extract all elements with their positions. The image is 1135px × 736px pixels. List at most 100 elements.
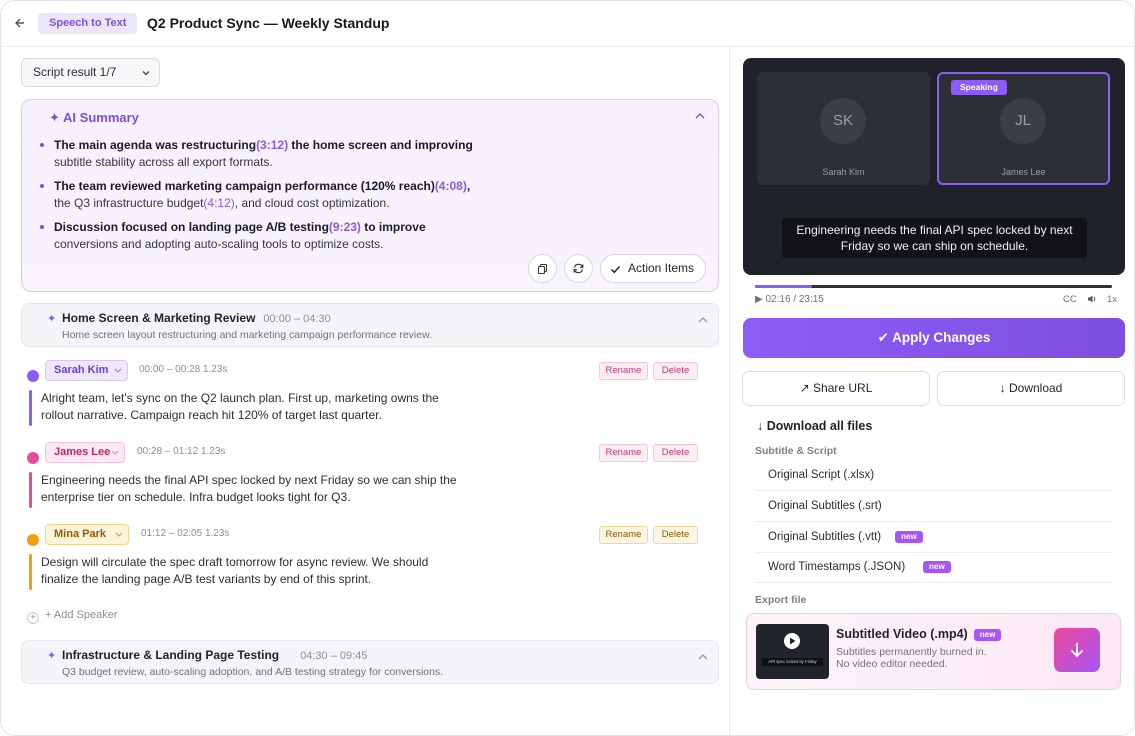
back-arrow-icon[interactable] — [10, 14, 28, 32]
script-result-value: Script result 1/7 — [33, 65, 117, 79]
section-title-text: Home Screen & Marketing Review — [62, 311, 256, 325]
ai-summary-title: AI Summary — [63, 110, 139, 125]
download-all-heading[interactable]: ↓ Download all files — [757, 419, 872, 433]
speaker-volume-icon[interactable] — [1087, 294, 1097, 304]
download-button[interactable]: ↓ Download — [937, 371, 1125, 406]
timestamp-link[interactable]: (3:12) — [256, 138, 288, 152]
section-title-text: Infrastructure & Landing Page Testing — [62, 648, 280, 662]
section-time: 04:30 – 09:45 — [300, 650, 368, 662]
rename-button[interactable]: Rename — [599, 362, 648, 380]
summary-bullet: Discussion focused on landing page A/B t… — [40, 219, 500, 252]
chevron-up-icon[interactable] — [694, 110, 706, 122]
progress-fill — [755, 285, 813, 288]
file-label: Original Subtitles (.vtt) — [768, 531, 882, 543]
export-video-card[interactable]: API spec locked by Friday Subtitled Vide… — [746, 613, 1121, 690]
video-thumbnail: API spec locked by Friday — [756, 624, 829, 679]
file-item[interactable]: Original Script (.xlsx) — [755, 460, 1112, 491]
share-url-button[interactable]: ↗ Share URL — [742, 371, 930, 406]
export-file-heading: Export file — [755, 594, 807, 606]
avatar: SK — [820, 98, 866, 144]
thumbnail-caption: API spec locked by Friday — [762, 658, 823, 666]
section-header[interactable]: ✦ Home Screen & Marketing Review 00:00 – … — [21, 303, 719, 347]
speaking-badge: Speaking — [951, 80, 1007, 95]
chevron-down-icon — [114, 368, 122, 373]
regenerate-button[interactable] — [564, 254, 593, 283]
section-time: 00:00 – 04:30 — [263, 313, 331, 325]
playback-progress-bar[interactable] — [755, 285, 1112, 288]
chevron-up-icon[interactable] — [697, 314, 709, 326]
speaker-select[interactable]: James Lee — [45, 442, 125, 463]
copy-button[interactable] — [528, 254, 557, 283]
avatar: JL — [1000, 98, 1046, 144]
delete-button[interactable]: Delete — [653, 444, 698, 462]
summary-bold: The main agenda was restructuring — [54, 138, 257, 152]
file-item[interactable]: Original Subtitles (.srt) — [755, 491, 1112, 522]
participant-tile-active: Speaking JL James Lee — [937, 72, 1110, 185]
rename-button[interactable]: Rename — [599, 526, 648, 544]
app-window: Speech to Text Q2 Product Sync — Weekly … — [0, 0, 1135, 736]
sparkle-icon: ✦ — [47, 650, 57, 662]
section-description: Q3 budget review, auto-scaling adoption,… — [62, 666, 444, 678]
play-icon — [784, 633, 800, 649]
file-label: Original Script (.xlsx) — [768, 469, 875, 481]
speaker-block: Mina Park 01:12 – 02:05 1.23s Rename Del… — [21, 524, 719, 594]
subtitle-script-heading: Subtitle & Script — [755, 445, 837, 457]
export-description: Subtitles permanently burned in. No video… — [836, 646, 987, 670]
delete-button[interactable]: Delete — [653, 362, 698, 380]
time-readout: 02:16 / 23:15 — [765, 294, 824, 305]
chevron-down-icon — [115, 532, 123, 537]
page-title: Q2 Product Sync — Weekly Standup — [147, 15, 390, 31]
speaker-block: James Lee 00:28 – 01:12 1.23s Rename Del… — [21, 442, 719, 512]
refresh-icon — [573, 263, 584, 274]
rename-button[interactable]: Rename — [599, 444, 648, 462]
summary-bold: the home screen and improving — [288, 138, 473, 152]
ai-summary-card: ✦ AI Summary The main agenda was restruc… — [21, 99, 719, 292]
chevron-up-icon[interactable] — [697, 651, 709, 663]
summary-text: subtitle stability across all export for… — [54, 154, 273, 169]
mode-pill: Speech to Text — [38, 13, 138, 34]
speaker-select[interactable]: Mina Park — [45, 524, 129, 545]
summary-bullet: The team reviewed marketing campaign per… — [40, 178, 500, 211]
add-speaker-button[interactable]: + + Add Speaker — [27, 609, 117, 624]
utterance-text[interactable]: Alright team, let's sync on the Q2 launc… — [41, 390, 461, 423]
subtitle-caption: Engineering needs the final API spec loc… — [782, 218, 1087, 258]
file-item[interactable]: Original Subtitles (.vtt) new — [755, 522, 1112, 553]
action-items-label: Action Items — [628, 261, 695, 275]
play-icon[interactable]: ▶ — [755, 294, 763, 305]
summary-bold: to improve — [360, 220, 426, 234]
speaker-bar — [29, 472, 32, 508]
speaker-color-dot — [27, 534, 39, 546]
playback-speed[interactable]: 1x — [1107, 294, 1117, 305]
participant-name: Sarah Kim — [822, 167, 865, 177]
export-download-button[interactable] — [1054, 628, 1100, 672]
video-player[interactable]: SK Sarah Kim Speaking JL James Lee Engin… — [743, 58, 1125, 275]
speaker-name: Mina Park — [54, 528, 106, 540]
utterance-text[interactable]: Design will circulate the spec draft tom… — [41, 554, 461, 587]
sparkle-icon: ✦ — [47, 313, 57, 325]
utterance-text[interactable]: Engineering needs the final API spec loc… — [41, 472, 461, 505]
speaker-color-dot — [27, 452, 39, 464]
delete-button[interactable]: Delete — [653, 526, 698, 544]
file-label: Original Subtitles (.srt) — [768, 500, 882, 512]
check-icon — [610, 265, 621, 274]
participant-tile: SK Sarah Kim — [757, 72, 930, 185]
speaker-timing: 01:12 – 02:05 1.23s — [141, 528, 230, 539]
chevron-down-icon — [142, 71, 150, 76]
file-item[interactable]: Word Timestamps (.JSON) new — [755, 552, 1112, 583]
cc-button[interactable]: CC — [1063, 294, 1077, 305]
timestamp-link[interactable]: (9:23) — [329, 220, 361, 234]
add-speaker-label: + Add Speaker — [45, 609, 118, 621]
speaker-select[interactable]: Sarah Kim — [45, 360, 128, 381]
action-items-button[interactable]: Action Items — [600, 254, 706, 283]
speaker-color-dot — [27, 370, 39, 382]
summary-text: conversions and adopting auto-scaling to… — [54, 236, 384, 251]
script-result-select[interactable]: Script result 1/7 — [21, 58, 160, 87]
export-title: Subtitled Video (.mp4) new — [836, 627, 1002, 641]
download-arrow-icon — [1070, 643, 1084, 658]
timestamp-link[interactable]: (4:08) — [435, 179, 467, 193]
section-header[interactable]: ✦ Infrastructure & Landing Page Testing 0… — [21, 640, 719, 684]
new-badge: new — [895, 531, 923, 543]
timestamp-link[interactable]: (4:12) — [203, 196, 234, 210]
plus-icon: + — [27, 612, 39, 624]
apply-changes-button[interactable]: ✔ Apply Changes — [743, 318, 1125, 358]
